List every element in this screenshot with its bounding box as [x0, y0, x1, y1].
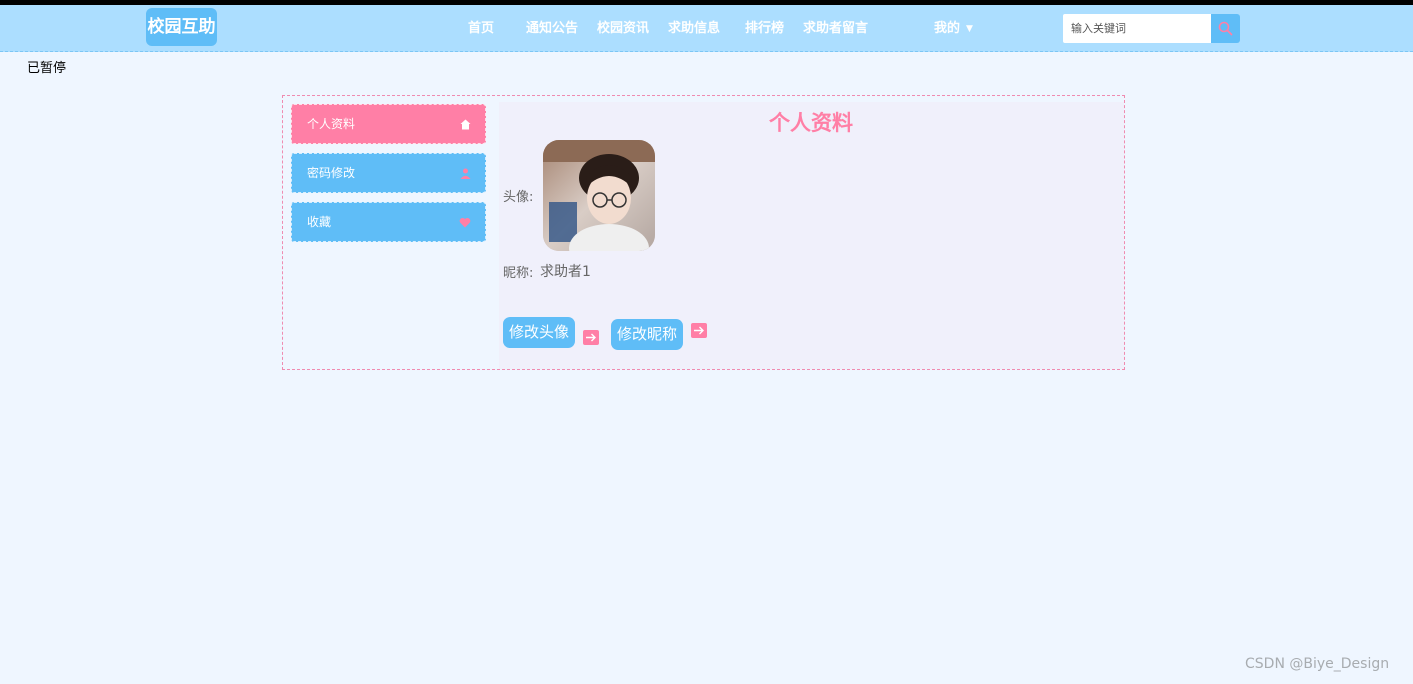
- nav-help-info[interactable]: 求助信息: [668, 5, 720, 51]
- nickname-value: 求助者1: [540, 264, 591, 280]
- avatar-image[interactable]: [543, 140, 655, 251]
- search-button[interactable]: [1211, 14, 1240, 43]
- nav-seeker-messages[interactable]: 求助者留言: [803, 5, 868, 51]
- sidebar-item-profile[interactable]: 个人资料: [291, 104, 486, 144]
- avatar-photo: [543, 140, 655, 251]
- nav-notices[interactable]: 通知公告: [526, 5, 578, 51]
- nav-mine-label: 我的: [934, 21, 961, 36]
- chevron-down-icon: ▼: [966, 24, 973, 34]
- sidebar-item-label: 收藏: [307, 215, 332, 229]
- search-icon: [1218, 21, 1233, 36]
- arrow-right-icon[interactable]: [691, 323, 707, 338]
- nav-ranking[interactable]: 排行榜: [745, 5, 784, 51]
- top-navbar: 校园互助 首页 通知公告 校园资讯 求助信息 排行榜 求助者留言 我的 ▼: [0, 5, 1413, 52]
- nav-campus-news[interactable]: 校园资讯: [597, 5, 649, 51]
- home-icon: [460, 119, 471, 130]
- change-nickname-button[interactable]: 修改昵称: [611, 319, 684, 350]
- change-avatar-button[interactable]: 修改头像: [503, 317, 576, 348]
- search-input[interactable]: [1063, 14, 1211, 43]
- watermark-text: CSDN @Biye_Design: [1245, 656, 1390, 672]
- avatar-label: 头像:: [503, 190, 534, 205]
- sidebar-item-password[interactable]: 密码修改: [291, 153, 486, 193]
- user-icon: [460, 168, 471, 179]
- sidebar-item-favorites[interactable]: 收藏: [291, 202, 486, 242]
- heart-icon: [459, 217, 471, 228]
- paused-indicator: 已暂停: [27, 61, 67, 76]
- sidebar-item-label: 个人资料: [307, 117, 356, 131]
- nav-mine-dropdown[interactable]: 我的 ▼: [934, 5, 973, 51]
- nickname-label: 昵称:: [503, 266, 534, 281]
- sidebar-item-label: 密码修改: [307, 166, 356, 180]
- nav-home[interactable]: 首页: [468, 5, 494, 51]
- site-logo[interactable]: 校园互助: [146, 8, 217, 46]
- page-title: 个人资料: [769, 111, 853, 135]
- arrow-right-icon[interactable]: [583, 330, 599, 345]
